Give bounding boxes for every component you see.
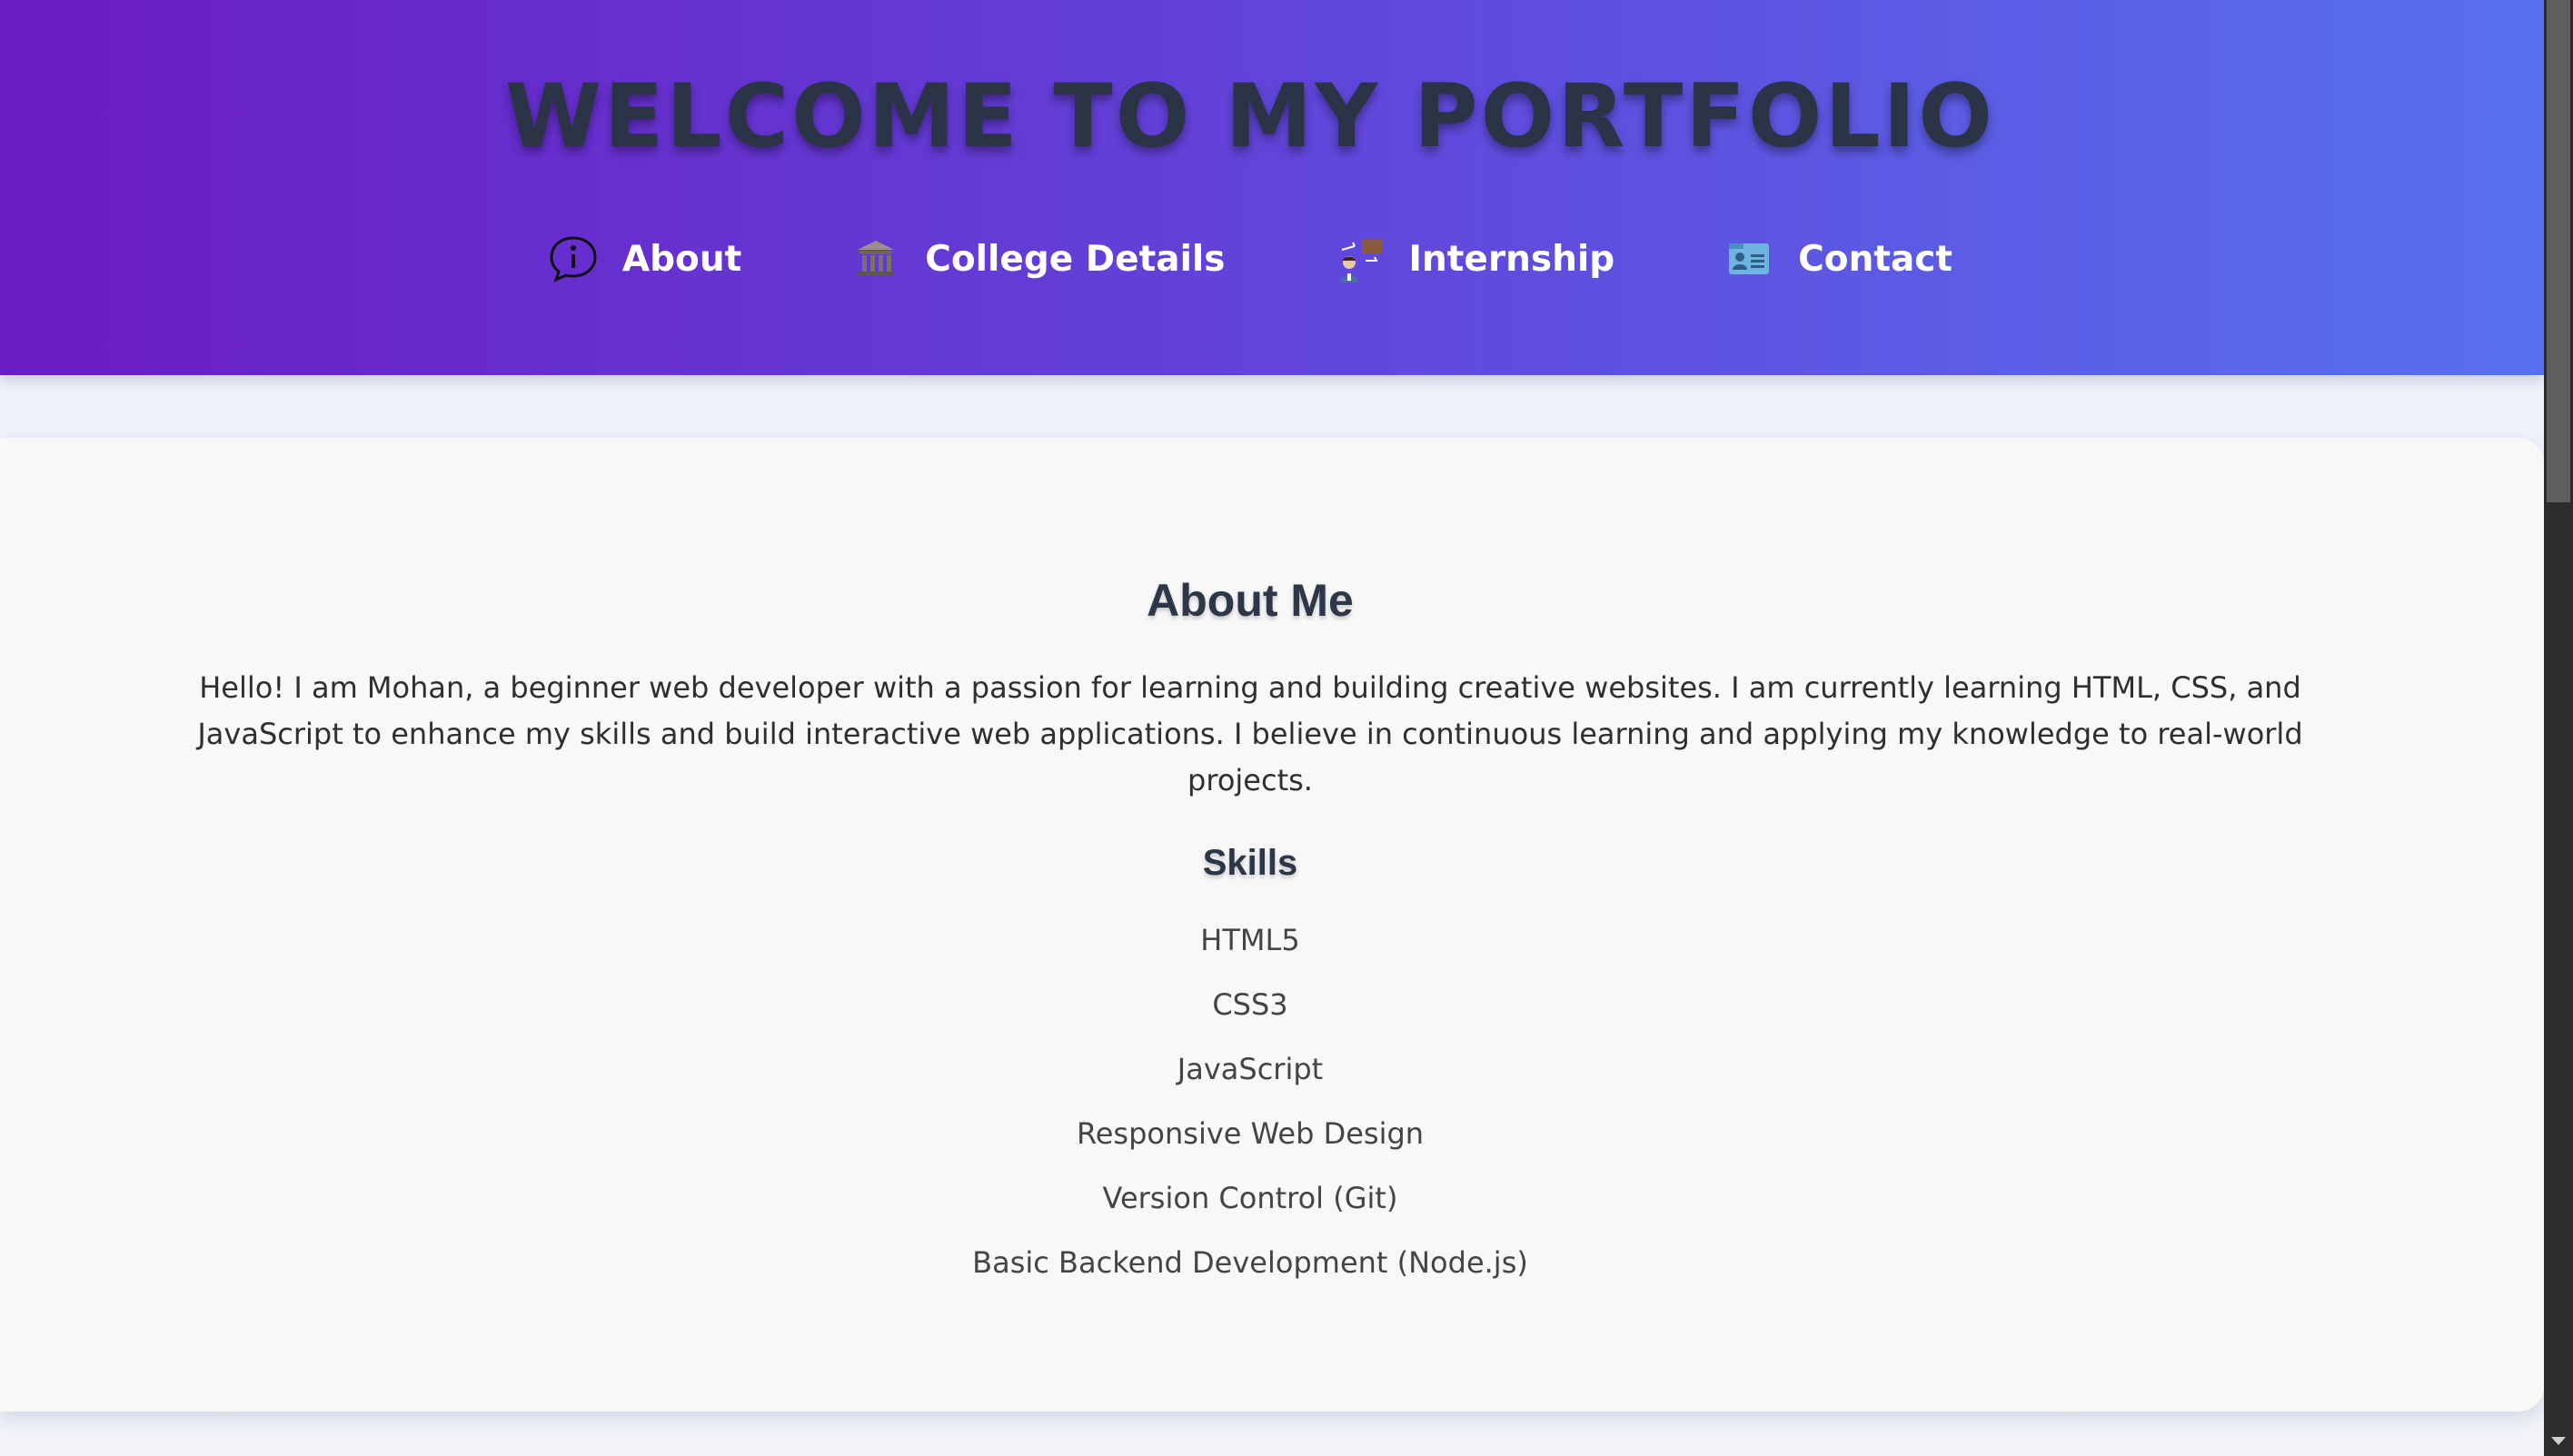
scroll-down-arrow-icon[interactable] — [2544, 1427, 2573, 1456]
skill-item: HTML5 — [1200, 923, 1300, 957]
page-viewport: WELCOME TO MY PORTFOLIO About College De… — [0, 0, 2544, 1456]
nav-item-college-details[interactable]: College Details — [850, 233, 1226, 284]
about-me-text: Hello! I am Mohan, a beginner web develo… — [197, 670, 2303, 797]
nav-label-college-details: College Details — [925, 238, 1226, 280]
nav-label-internship: Internship — [1408, 238, 1615, 280]
skill-item: Basic Backend Development (Node.js) — [972, 1245, 1528, 1280]
about-section-card: About Me Hello! I am Mohan, a beginner w… — [0, 438, 2544, 1411]
skill-item: Version Control (Git) — [1102, 1181, 1398, 1215]
about-me-heading: About Me — [1147, 575, 1354, 626]
site-header: WELCOME TO MY PORTFOLIO About College De… — [0, 0, 2544, 375]
skill-item: Responsive Web Design — [1076, 1116, 1425, 1151]
skill-item: JavaScript — [1177, 1052, 1324, 1086]
internship-presenter-icon — [1335, 233, 1386, 284]
info-speech-bubble-icon — [548, 233, 599, 284]
skills-heading: Skills — [1202, 843, 1298, 883]
nav-item-internship[interactable]: Internship — [1335, 233, 1615, 284]
nav-item-about[interactable]: About — [548, 233, 741, 284]
scrollbar-thumb[interactable] — [2547, 0, 2570, 502]
main-nav: About College Details Internship Contact — [0, 227, 2500, 291]
site-title: WELCOME TO MY PORTFOLIO — [505, 65, 1995, 167]
skill-item: CSS3 — [1212, 987, 1288, 1022]
nav-label-contact: Contact — [1798, 238, 1953, 280]
nav-item-contact[interactable]: Contact — [1724, 233, 1952, 284]
vertical-scrollbar[interactable] — [2544, 0, 2573, 1456]
skills-list: HTML5 CSS3 JavaScript Responsive Web Des… — [0, 923, 2500, 1310]
nav-label-about: About — [621, 238, 742, 280]
college-building-icon — [850, 233, 901, 284]
contact-card-icon — [1724, 233, 1774, 284]
